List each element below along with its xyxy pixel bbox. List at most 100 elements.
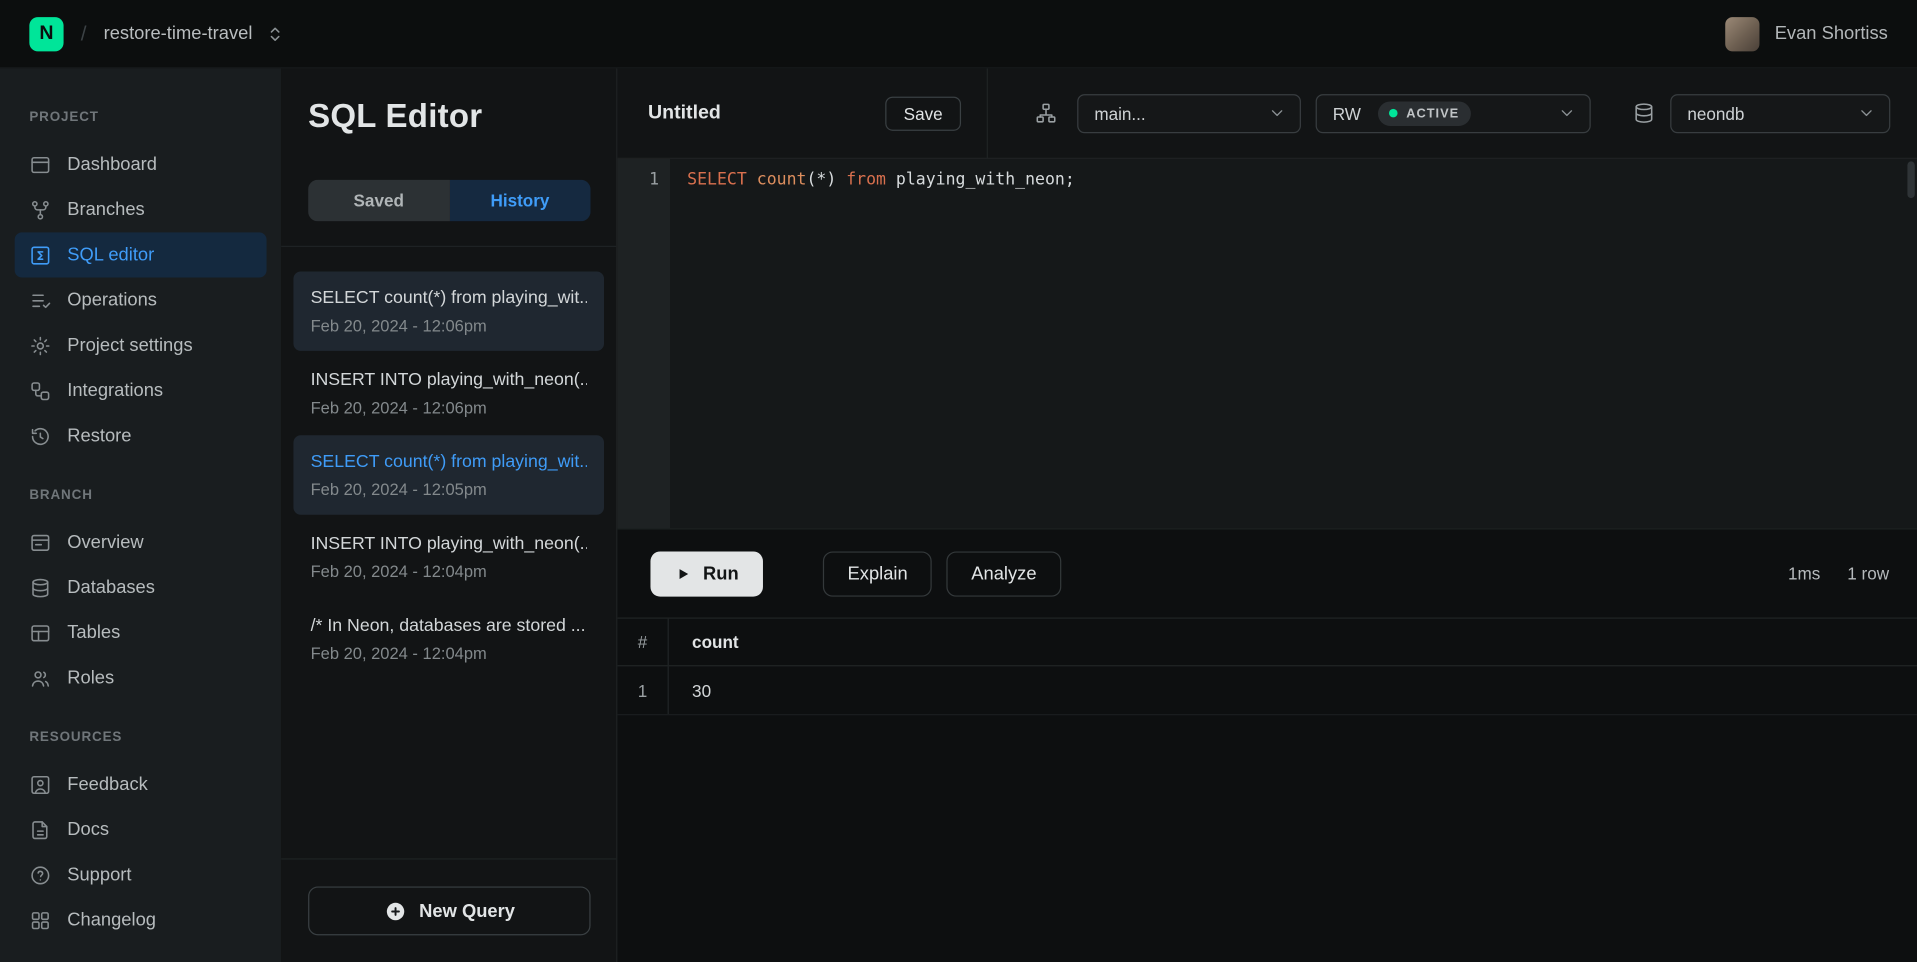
sidebar-item-changelog[interactable]: Changelog — [15, 897, 267, 942]
section-title: BRANCH — [29, 488, 252, 503]
history-query: INSERT INTO playing_with_neon(... — [311, 370, 587, 390]
user-name: Evan Shortiss — [1775, 23, 1888, 44]
sidebar-item-label: SQL editor — [67, 245, 154, 266]
query-stats: 1ms 1 row — [1788, 564, 1889, 584]
project-switcher[interactable]: restore-time-travel — [104, 23, 287, 45]
tab-saved[interactable]: Saved — [308, 180, 449, 222]
sidebar-item-dashboard[interactable]: Dashboard — [15, 142, 267, 187]
chevron-up-down-icon — [265, 23, 287, 45]
roles-icon — [29, 667, 51, 689]
sidebar-item-label: Branches — [67, 199, 144, 220]
new-query-label: New Query — [419, 901, 515, 922]
sidebar-item-operations[interactable]: Operations — [15, 278, 267, 323]
sidebar-item-label: Operations — [67, 290, 157, 311]
sidebar-item-label: Feedback — [67, 774, 148, 795]
sql-function: count — [757, 170, 807, 190]
section-title: PROJECT — [29, 110, 252, 125]
query-tabs: Saved History — [308, 180, 590, 222]
sql-keyword: SELECT — [687, 170, 747, 190]
chevron-down-icon — [1857, 104, 1875, 122]
sidebar-item-integrations[interactable]: Integrations — [15, 368, 267, 413]
history-query: SELECT count(*) from playing_wit... — [311, 289, 587, 309]
section-title: RESOURCES — [29, 730, 252, 745]
history-item[interactable]: SELECT count(*) from playing_wit... Feb … — [293, 435, 604, 514]
explain-button[interactable]: Explain — [823, 551, 932, 596]
sidebar-item-label: Databases — [67, 577, 155, 598]
app-shell: PROJECT Dashboard Branches — [0, 68, 1917, 962]
panel-footer: New Query — [281, 858, 616, 962]
sidebar-item-feedback[interactable]: Feedback — [15, 762, 267, 807]
topbar: N / restore-time-travel Evan Shortiss — [0, 0, 1917, 68]
operations-icon — [29, 289, 51, 311]
history-timestamp: Feb 20, 2024 - 12:04pm — [311, 644, 587, 662]
editor-scrollbar-thumb[interactable] — [1907, 161, 1914, 198]
compute-select[interactable]: RW ACTIVE — [1316, 94, 1591, 133]
compute-select-value: RW — [1333, 103, 1361, 123]
save-button[interactable]: Save — [885, 96, 961, 130]
sidebar-item-label: Integrations — [67, 380, 163, 401]
database-icon — [1632, 101, 1655, 124]
table-row: 1 30 — [617, 666, 1917, 715]
code-line[interactable]: SELECT count(*) from playing_with_neon; — [670, 159, 1917, 528]
sidebar-item-docs[interactable]: Docs — [15, 807, 267, 852]
history-timestamp: Feb 20, 2024 - 12:06pm — [311, 317, 587, 335]
count-value-cell: 30 — [669, 666, 711, 714]
new-query-button[interactable]: New Query — [308, 886, 590, 935]
code-editor[interactable]: 1 SELECT count(*) from playing_with_neon… — [617, 159, 1917, 528]
sidebar-section-branch: BRANCH Overview Databases — [15, 488, 267, 701]
line-number-gutter: 1 — [617, 159, 670, 528]
query-row-count: 1 row — [1847, 564, 1889, 584]
sidebar-item-project-settings[interactable]: Project settings — [15, 323, 267, 368]
user-avatar — [1726, 17, 1760, 51]
editor-main: Untitled Save main... RW — [617, 68, 1917, 962]
tab-history[interactable]: History — [449, 180, 590, 222]
breadcrumb-separator: / — [81, 21, 87, 45]
sidebar: PROJECT Dashboard Branches — [0, 68, 281, 962]
sidebar-item-databases[interactable]: Databases — [15, 565, 267, 610]
sql-editor-icon — [29, 244, 51, 266]
changelog-icon — [29, 909, 51, 931]
branches-icon — [29, 199, 51, 221]
history-query: /* In Neon, databases are stored ... — [311, 616, 587, 636]
branch-select[interactable]: main... — [1077, 94, 1301, 133]
query-panel: SQL Editor Saved History SELECT count(*)… — [281, 68, 617, 962]
history-item[interactable]: /* In Neon, databases are stored ... Feb… — [293, 599, 604, 678]
sidebar-item-label: Tables — [67, 622, 120, 643]
chevron-down-icon — [1268, 104, 1286, 122]
history-query: INSERT INTO playing_with_neon(... — [311, 534, 587, 554]
user-menu[interactable]: Evan Shortiss — [1726, 17, 1888, 51]
status-badge: ACTIVE — [1378, 101, 1471, 125]
dashboard-icon — [29, 153, 51, 175]
query-title: Untitled — [648, 102, 721, 124]
database-select-value: neondb — [1687, 103, 1744, 123]
restore-icon — [29, 425, 51, 447]
results-panel: # count 1 30 — [617, 617, 1917, 962]
sql-keyword: from — [846, 170, 886, 190]
sidebar-item-tables[interactable]: Tables — [15, 610, 267, 655]
history-item[interactable]: INSERT INTO playing_with_neon(... Feb 20… — [293, 517, 604, 596]
sidebar-item-roles[interactable]: Roles — [15, 655, 267, 700]
history-item[interactable]: INSERT INTO playing_with_neon(... Feb 20… — [293, 353, 604, 432]
sidebar-item-overview[interactable]: Overview — [15, 520, 267, 565]
docs-icon — [29, 819, 51, 841]
tables-icon — [29, 622, 51, 644]
editor-header: Untitled Save main... RW — [617, 68, 1917, 158]
databases-icon — [29, 577, 51, 599]
neon-logo[interactable]: N — [29, 17, 63, 51]
sidebar-item-support[interactable]: Support — [15, 852, 267, 897]
neon-logo-letter: N — [39, 23, 53, 45]
sidebar-item-branches[interactable]: Branches — [15, 187, 267, 232]
history-list: SELECT count(*) from playing_wit... Feb … — [281, 247, 616, 858]
sidebar-item-label: Docs — [67, 819, 109, 840]
results-header: # count — [617, 617, 1917, 666]
history-timestamp: Feb 20, 2024 - 12:05pm — [311, 481, 587, 499]
sidebar-item-restore[interactable]: Restore — [15, 413, 267, 458]
sidebar-item-sql-editor[interactable]: SQL editor — [15, 232, 267, 277]
overview-icon — [29, 531, 51, 553]
history-item[interactable]: SELECT count(*) from playing_wit... Feb … — [293, 271, 604, 350]
run-button[interactable]: Run — [650, 551, 763, 596]
database-select[interactable]: neondb — [1670, 94, 1890, 133]
analyze-button[interactable]: Analyze — [947, 551, 1061, 596]
support-icon — [29, 864, 51, 886]
plus-icon — [384, 899, 407, 922]
